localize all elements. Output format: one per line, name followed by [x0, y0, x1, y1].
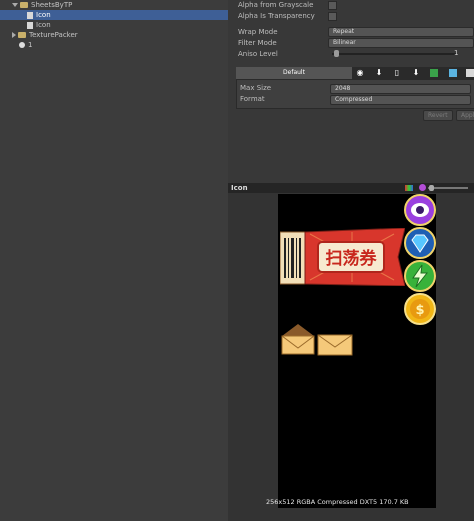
- banner-text: 扫荡券: [326, 248, 378, 269]
- folder-icon: [18, 32, 26, 38]
- text-file-icon: [27, 21, 33, 29]
- coin-icon: $: [404, 293, 436, 325]
- expand-arrow-icon[interactable]: [12, 3, 18, 7]
- max-size-dropdown[interactable]: 2048: [330, 84, 471, 94]
- inspector-panel: Alpha from Grayscale Alpha Is Transparen…: [228, 0, 474, 521]
- format-dropdown[interactable]: Compressed: [330, 95, 471, 105]
- wrap-mode-label: Wrap Mode: [238, 28, 278, 36]
- tree-item-label: 1: [28, 41, 33, 49]
- texture-image: 扫荡券 $: [278, 194, 436, 508]
- project-panel: SheetsByTP Icon Icon TexturePacker 1: [0, 0, 228, 521]
- eye-icon: [404, 194, 436, 226]
- open-envelope-icon: [281, 324, 315, 355]
- download-platform-icon[interactable]: ⬇: [374, 67, 384, 79]
- tree-item-icon-selected[interactable]: Icon: [0, 10, 228, 20]
- texture-info-caption: 256x512 RGBA Compressed DXT5 170.7 KB: [266, 498, 409, 506]
- wrap-mode-dropdown[interactable]: Repeat: [328, 27, 474, 37]
- aniso-level-label: Aniso Level: [238, 50, 278, 58]
- aniso-level-slider-track[interactable]: [332, 53, 456, 55]
- alpha-from-grayscale-label: Alpha from Grayscale: [238, 1, 314, 9]
- tree-item-icon[interactable]: Icon: [0, 20, 228, 30]
- platform-settings-panel: Max Size 2048 Format Compressed: [236, 79, 474, 109]
- unity-scene-icon: [19, 42, 25, 48]
- lightning-icon: [404, 260, 436, 292]
- tree-item-sheetsbytp[interactable]: SheetsByTP: [0, 0, 228, 10]
- tree-item-texturepacker[interactable]: TexturePacker: [0, 30, 228, 40]
- rgb-channel-icon[interactable]: [405, 185, 413, 191]
- mip-slider-handle[interactable]: [429, 185, 434, 191]
- web-platform-icon[interactable]: ◉: [355, 67, 365, 79]
- tree-item-label: TexturePacker: [29, 31, 78, 39]
- texture-file-icon: [27, 11, 33, 19]
- revert-button[interactable]: Revert: [423, 110, 453, 121]
- alpha-from-grayscale-checkbox[interactable]: [328, 1, 337, 10]
- alpha-channel-icon[interactable]: [419, 184, 426, 191]
- preview-title: Icon: [231, 184, 248, 192]
- download-platform-icon-2[interactable]: ⬇: [411, 67, 421, 79]
- tab-default[interactable]: Default: [236, 67, 352, 79]
- tree-item-scene[interactable]: 1: [0, 40, 228, 50]
- aniso-level-slider-handle[interactable]: [334, 50, 339, 57]
- tree-item-label: Icon: [36, 21, 51, 29]
- sweep-ticket-banner: 扫荡券: [280, 228, 405, 286]
- mip-slider-track[interactable]: [428, 187, 468, 189]
- store-platform-icon[interactable]: [448, 67, 458, 79]
- folder-icon: [20, 2, 28, 8]
- tree-item-label: Icon: [36, 11, 51, 19]
- iphone-platform-icon[interactable]: ▯: [392, 67, 402, 79]
- preview-header: Icon: [228, 183, 474, 193]
- alpha-is-transparency-label: Alpha Is Transparency: [238, 12, 315, 20]
- diamond-icon: [404, 227, 436, 259]
- aniso-level-value[interactable]: 1: [454, 49, 458, 57]
- format-label: Format: [240, 95, 265, 103]
- closed-envelope-icon: [317, 334, 353, 356]
- platform-tab-bar: Default ◉ ⬇ ▯ ⬇: [236, 67, 474, 79]
- texture-preview: 扫荡券 $ 256x512 RGBA Compressed DXT5 170.7…: [228, 193, 474, 521]
- alpha-is-transparency-checkbox[interactable]: [328, 12, 337, 21]
- svg-text:$: $: [415, 303, 424, 318]
- filter-mode-label: Filter Mode: [238, 39, 277, 47]
- filter-mode-dropdown[interactable]: Bilinear: [328, 38, 474, 48]
- android-platform-icon[interactable]: [429, 67, 439, 79]
- collapse-arrow-icon[interactable]: [12, 32, 16, 38]
- store-platform-icon-2[interactable]: [465, 67, 474, 79]
- max-size-label: Max Size: [240, 84, 272, 92]
- tree-item-label: SheetsByTP: [31, 1, 73, 9]
- apply-button[interactable]: Apply: [456, 110, 474, 121]
